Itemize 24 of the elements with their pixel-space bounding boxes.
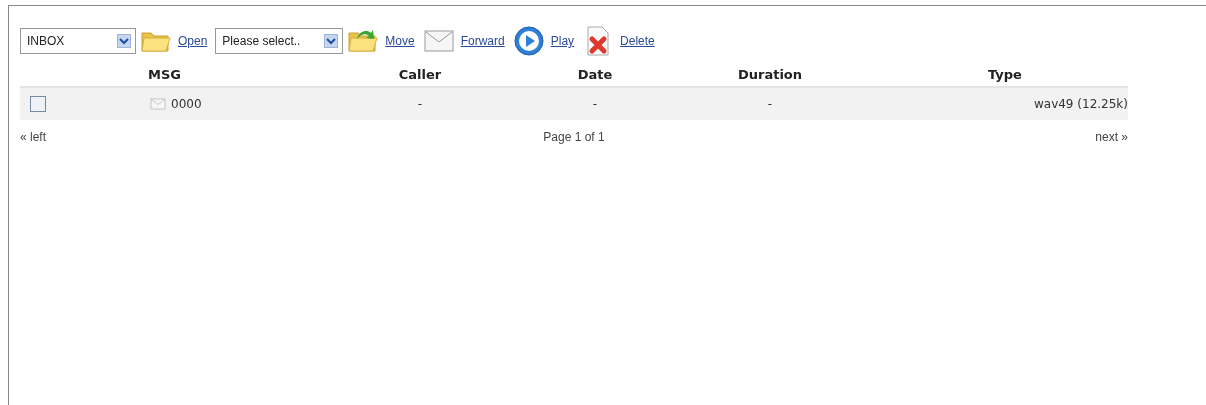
column-header: Duration xyxy=(736,66,804,82)
play-icon[interactable] xyxy=(512,25,545,57)
column-header: MSG xyxy=(147,66,182,82)
dropdown[interactable]: Please select.. xyxy=(215,28,344,54)
toolbar-link[interactable]: Play xyxy=(550,34,575,48)
page-indicator: Page 1 of 1 xyxy=(543,130,605,144)
next-link[interactable]: next » xyxy=(1095,130,1128,144)
dropdown[interactable]: INBOX xyxy=(20,28,136,54)
toolbar-link[interactable]: Open xyxy=(178,34,208,48)
table-cell-text: wav49 (12.25k) xyxy=(1032,97,1128,111)
toolbar-link[interactable]: Move xyxy=(385,34,415,48)
checkbox[interactable] xyxy=(30,96,46,112)
toolbar-link[interactable]: Forward xyxy=(460,34,505,48)
prev-link[interactable]: « left xyxy=(20,130,46,144)
table-cell-text: - xyxy=(766,97,774,111)
envelope-icon xyxy=(148,96,168,112)
table-cell-text: - xyxy=(416,97,424,111)
column-header: Type xyxy=(987,66,1023,82)
column-header: Date xyxy=(576,66,614,82)
table-cell-text: - xyxy=(591,97,599,111)
message-number: 0000 xyxy=(171,97,202,111)
column-header: Caller xyxy=(397,66,443,82)
table-row[interactable]: 0000 - - - wav49 (12.25k) xyxy=(20,88,1128,120)
toolbar-link[interactable]: Delete xyxy=(620,34,655,48)
